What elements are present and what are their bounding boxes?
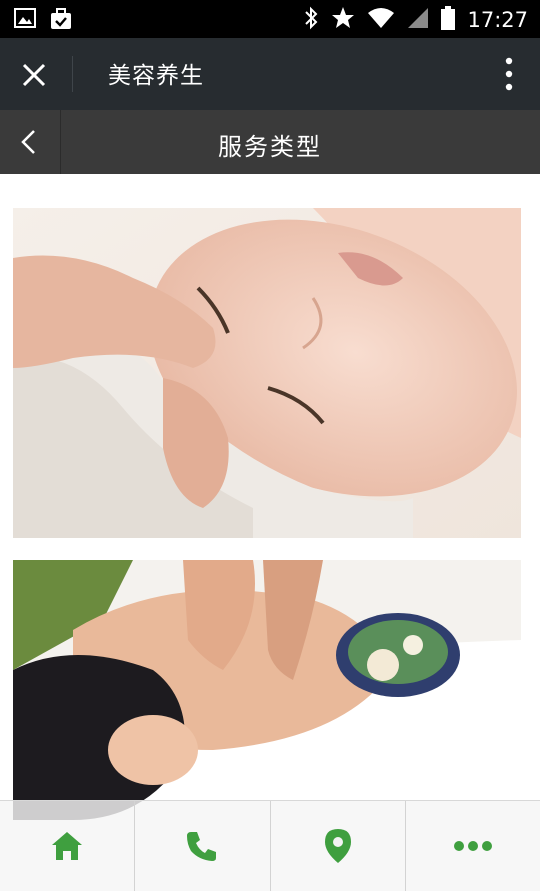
title-divider <box>72 56 73 92</box>
close-icon[interactable] <box>14 55 54 95</box>
more-vertical-icon[interactable] <box>504 56 514 92</box>
wifi-icon <box>367 7 395 33</box>
home-icon <box>52 832 83 860</box>
more-horizontal-icon <box>453 841 492 851</box>
briefcase-check-icon <box>50 8 72 34</box>
page-title: 服务类型 <box>218 133 322 161</box>
bluetooth-icon <box>303 6 319 34</box>
status-time: 17:27 <box>467 8 528 32</box>
image-icon <box>14 8 36 34</box>
app-title: 美容养生 <box>108 63 204 89</box>
page-header: 服务类型 <box>0 110 540 174</box>
nav-home[interactable] <box>0 801 136 891</box>
phone-icon <box>187 832 217 861</box>
signal-icon <box>407 7 429 33</box>
nav-more[interactable] <box>406 801 540 891</box>
bottom-nav <box>0 800 540 891</box>
title-bar: 美容养生 <box>0 38 540 110</box>
status-bar: 17:27 <box>0 0 540 38</box>
star-icon <box>331 6 355 34</box>
facial-massage-photo[interactable] <box>13 208 521 538</box>
back-massage-photo[interactable] <box>13 560 521 820</box>
location-pin-icon <box>324 829 351 863</box>
nav-location[interactable] <box>271 801 406 891</box>
nav-phone[interactable] <box>135 801 271 891</box>
battery-icon <box>441 6 456 34</box>
